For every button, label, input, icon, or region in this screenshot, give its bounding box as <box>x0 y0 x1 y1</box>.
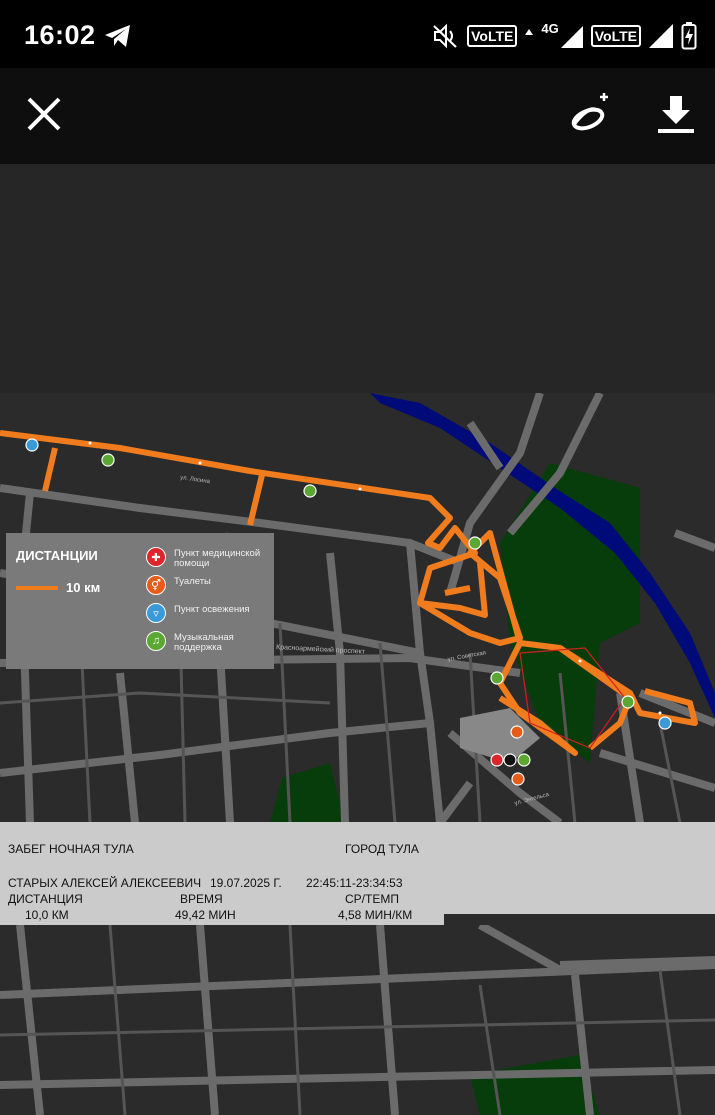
toilet-point-icon <box>511 772 525 786</box>
legend-distance: 10 км <box>66 580 101 595</box>
share-add-icon[interactable] <box>566 90 614 138</box>
legend-item-music: ♫ Музыкальная поддержка <box>146 631 284 653</box>
music-point-icon <box>101 453 115 467</box>
map-bottom <box>0 925 715 1115</box>
street-label-prospect: Красноармейский проспект <box>276 643 366 656</box>
time-value: 49,42 МИН <box>175 908 236 922</box>
status-time: 16:02 <box>24 20 96 50</box>
pace-value: 4,58 МИН/КМ <box>338 908 413 922</box>
card-notch <box>444 914 715 925</box>
results-card: ЗАБЕГ НОЧНАЯ ТУЛА ГОРОД ТУЛА СТАРЫХ АЛЕК… <box>0 822 715 925</box>
music-note-icon: ♫ <box>146 631 166 651</box>
music-point-icon <box>517 753 531 767</box>
map-bottom-area[interactable] <box>0 925 715 1115</box>
network-type: 4G <box>541 20 559 36</box>
telegram-icon <box>105 25 130 47</box>
status-icons: VoLTE 4G VoLTE <box>431 20 697 52</box>
viewer-toolbar <box>0 68 715 164</box>
signal-icon <box>560 26 583 48</box>
toilet-icon: ⚥ <box>146 575 166 595</box>
music-point-icon <box>303 484 317 498</box>
data-arrow-icon <box>525 29 534 35</box>
volte-icon: VoLTE <box>467 25 518 47</box>
download-icon[interactable] <box>654 92 698 136</box>
event-name: ЗАБЕГ НОЧНАЯ ТУЛА <box>8 842 134 856</box>
map-legend: ДИСТАНЦИИ 10 км ✚ Пункт медицинской помо… <box>6 533 274 669</box>
refreshment-point-icon <box>658 716 672 730</box>
finish-flag-icon <box>503 753 517 767</box>
legend-item-medical: ✚ Пункт медицинской помощи <box>146 547 284 569</box>
legend-route-line <box>16 586 58 590</box>
close-icon[interactable] <box>22 92 66 136</box>
water-cup-icon: ▿ <box>146 603 166 623</box>
legend-title: ДИСТАНЦИИ <box>16 548 98 563</box>
medical-cross-icon: ✚ <box>146 547 166 567</box>
battery-charging-icon <box>681 22 697 50</box>
park-area-2 <box>270 763 345 823</box>
time-label: ВРЕМЯ <box>180 892 223 906</box>
legend-item-toilet: ⚥ Туалеты <box>146 575 284 595</box>
street-label-losina: ул. Лосина <box>180 475 211 485</box>
mute-icon <box>433 23 457 49</box>
signal-icon-2 <box>649 24 673 48</box>
toilet-point-icon <box>510 725 524 739</box>
pace-label: СР/ТЕМП <box>345 892 399 906</box>
refreshment-point-icon <box>25 438 39 452</box>
music-point-icon <box>490 671 504 685</box>
event-city: ГОРОД ТУЛА <box>345 842 419 856</box>
status-bar: 16:02 VoLTE 4G VoLTE <box>0 0 715 68</box>
music-point-icon <box>468 536 482 550</box>
park-area-3 <box>470 1055 600 1115</box>
distance-value: 10,0 КМ <box>25 908 69 922</box>
legend-item-refreshment: ▿ Пункт освежения <box>146 603 284 623</box>
runner-name: СТАРЫХ АЛЕКСЕЙ АЛЕКСЕЕВИЧ <box>8 876 202 890</box>
time-range: 22:45:11-23:34:53 <box>306 876 403 890</box>
music-point-icon <box>621 695 635 709</box>
volte-icon-2: VoLTE <box>590 25 641 47</box>
medical-point-icon <box>490 753 504 767</box>
event-date: 19.07.2025 Г. <box>210 876 282 890</box>
distance-label: ДИСТАНЦИЯ <box>8 892 83 906</box>
street-label-sovetskaya: ул. Советская <box>447 650 486 663</box>
